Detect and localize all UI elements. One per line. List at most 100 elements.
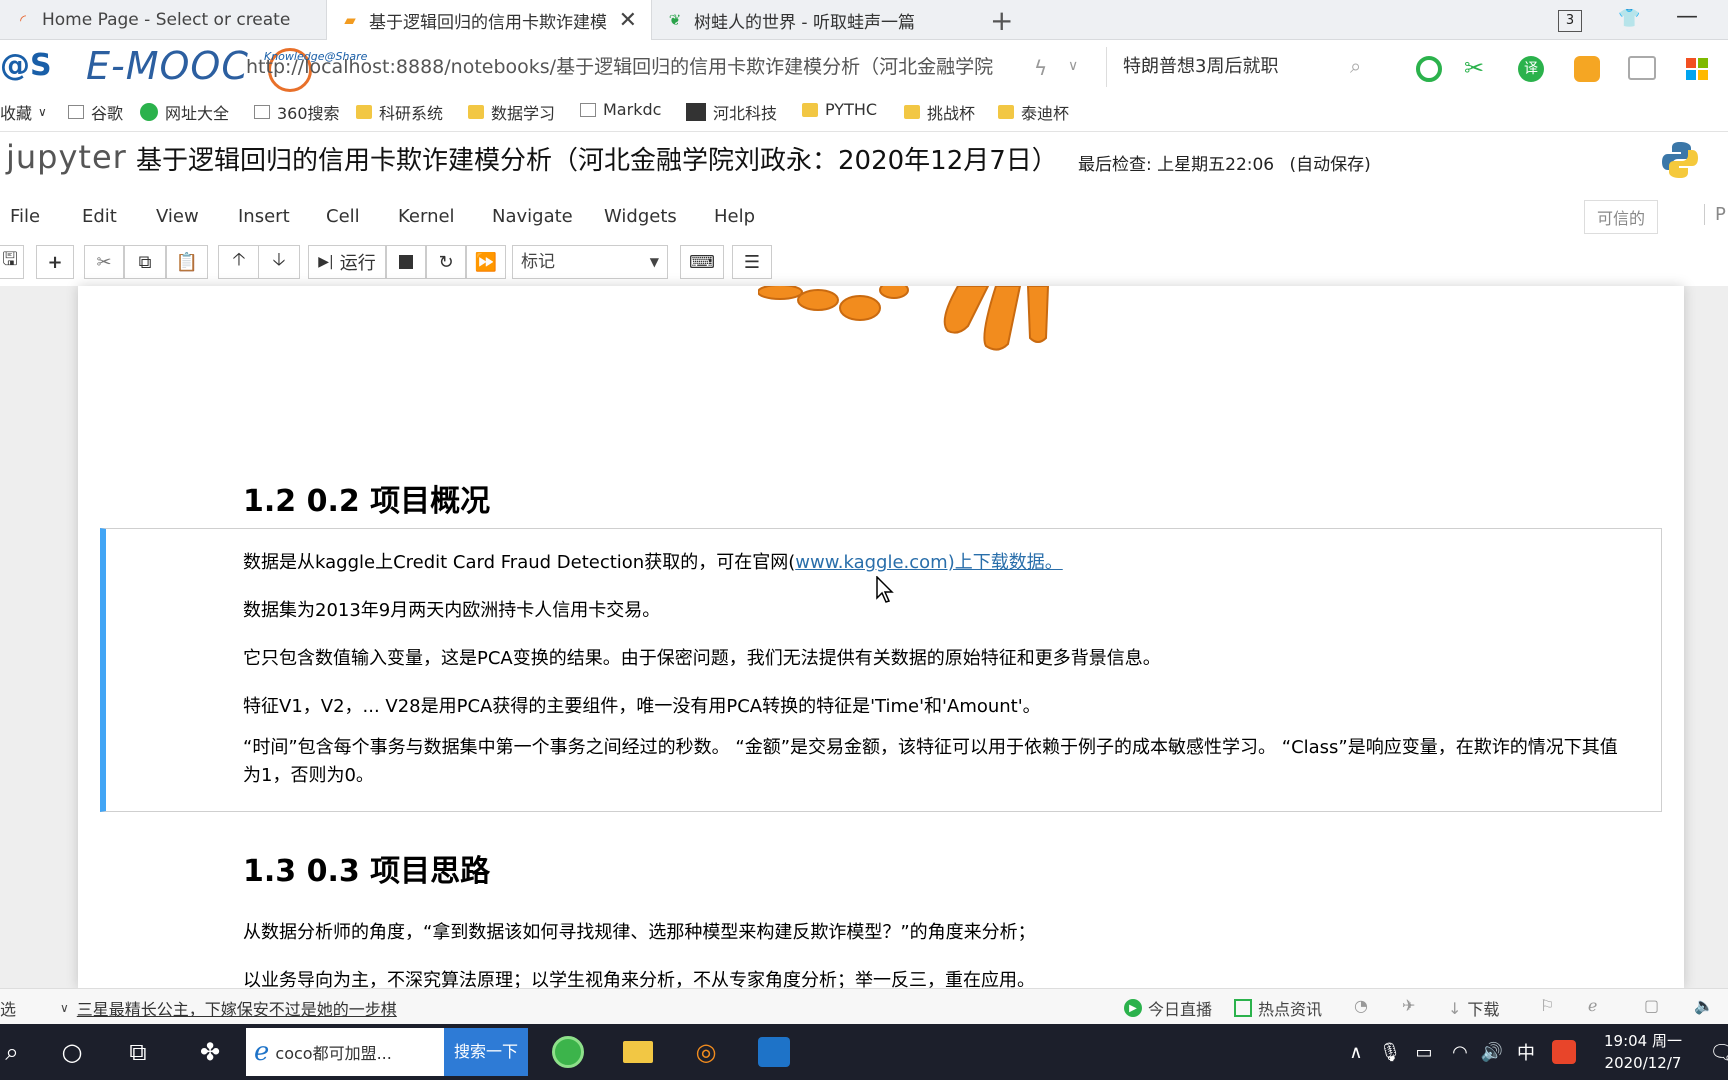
notebook-icon: ▰ — [344, 11, 356, 29]
command-palette-button[interactable]: ⌨ — [680, 245, 724, 279]
task-view-icon[interactable]: ⧉ — [118, 1032, 158, 1072]
folder-icon — [356, 105, 372, 119]
status-left-label[interactable]: 选 — [0, 996, 16, 1020]
jupyter-logo[interactable]: jupyter — [6, 138, 127, 176]
bookmark-challenge-cup[interactable]: 挑战杯 — [904, 100, 975, 124]
scissors-icon[interactable]: ✂ — [1464, 54, 1484, 82]
minimize-icon[interactable]: — — [1676, 4, 1698, 29]
live-button[interactable]: ▶ 今日直播 — [1124, 996, 1212, 1020]
interrupt-button[interactable] — [386, 245, 426, 279]
menu-view[interactable]: View — [156, 206, 199, 227]
menu-widgets[interactable]: Widgets — [604, 206, 677, 227]
bookmark-python[interactable]: PYTHC — [802, 100, 877, 119]
loading-icon: ◜ — [20, 11, 26, 29]
notification-icon[interactable]: 🗨 — [1702, 1032, 1728, 1072]
skin-icon[interactable]: 👕 — [1618, 8, 1640, 29]
insert-cell-button[interactable]: + — [36, 245, 74, 279]
bookmark-tipdm-cup[interactable]: 泰迪杯 — [998, 100, 1069, 124]
site-icon — [686, 103, 706, 121]
python-logo-icon — [1660, 140, 1700, 180]
search-input[interactable]: 特朗普想3周后就职 — [1106, 47, 1376, 87]
restart-button[interactable]: ↻ — [426, 245, 466, 279]
checkpoint-status: 最后检查: 上星期五22:06 (自动保存) — [1078, 150, 1371, 175]
battery-icon[interactable]: ▭ — [1404, 1032, 1444, 1072]
ime-indicator[interactable]: 中 — [1506, 1032, 1546, 1072]
tab-frog-blog[interactable]: ❦ 树蛙人的世界 - 听取蛙声一篇 — [652, 0, 976, 40]
clock-date: 2020/12/7 — [1604, 1054, 1682, 1072]
section-heading-overview: 1.2 0.2 项目概况 — [243, 484, 491, 519]
save-icon: 🖫 — [2, 249, 18, 270]
kaggle-link[interactable]: www.kaggle.com)上下载数据。 — [795, 552, 1063, 573]
run-button[interactable]: ▶| 运行 — [308, 245, 386, 279]
search-icon[interactable]: ⌕ — [1350, 54, 1361, 78]
pin-icon[interactable]: ✈ — [1402, 996, 1415, 1015]
menu-edit[interactable]: Edit — [82, 206, 117, 227]
pinwheel-app-icon[interactable]: ✤ — [190, 1032, 230, 1072]
browser-360-icon[interactable] — [548, 1032, 588, 1072]
trusted-badge[interactable]: 可信的 — [1584, 200, 1659, 234]
bookmark-label: 谷歌 — [91, 104, 124, 123]
translate-icon[interactable]: 译 — [1518, 56, 1544, 82]
bookmark-research[interactable]: 科研系统 — [356, 100, 443, 124]
bookmark-hebei-tech[interactable]: 河北科技 — [686, 100, 777, 124]
page-icon — [254, 105, 270, 119]
download-button[interactable]: ↓ 下载 — [1448, 996, 1499, 1020]
menu-file[interactable]: File — [10, 206, 40, 227]
restart-run-all-button[interactable]: ⏩ — [466, 245, 506, 279]
screenshot-icon[interactable] — [1628, 56, 1656, 80]
paragraph-time-amount-class: “时间”包含每个事务与数据集中第一个事务之间经过的秒数。 “金额”是交易金额，该… — [243, 737, 1618, 786]
bookmark-markdown[interactable]: Markdc — [580, 100, 661, 119]
cut-button[interactable]: ✂ — [84, 245, 124, 279]
step-forward-icon: ▶| — [318, 254, 334, 270]
bookmark-hao123[interactable]: 网址大全 — [140, 100, 229, 124]
url-field[interactable]: http://localhost:8888/notebooks/基于逻辑回归的信… — [246, 52, 993, 79]
menu-navigate[interactable]: Navigate — [492, 206, 573, 227]
screen-capture-app-icon[interactable] — [754, 1032, 794, 1072]
system-clock[interactable]: 19:04 周一 2020/12/7 — [1596, 1030, 1690, 1074]
cell-type-select[interactable]: 标记 ▼ — [512, 245, 668, 279]
lightning-icon[interactable]: ϟ — [1034, 56, 1047, 80]
shield-icon[interactable] — [1574, 56, 1600, 82]
copy-button[interactable]: ⧉ — [124, 245, 166, 279]
notebook-title[interactable]: 基于逻辑回归的信用卡欺诈建模分析（河北金融学院刘政永：2020年12月7日） — [136, 140, 1058, 177]
kernel-indicator[interactable]: P — [1704, 204, 1726, 225]
save-button[interactable]: 🖫 — [0, 245, 24, 279]
window-icon[interactable]: ▢ — [1644, 996, 1659, 1015]
menu-insert[interactable]: Insert — [238, 206, 290, 227]
bookmark-google[interactable]: 谷歌 — [68, 100, 123, 124]
flag-icon[interactable]: ⚐ — [1540, 996, 1554, 1015]
move-up-button[interactable]: 🡡 — [218, 245, 260, 279]
tab-home-page[interactable]: ◜ Home Page - Select or create — [0, 0, 326, 40]
news-ticker[interactable]: ∨ 三星最精长公主，下嫁保安不过是她的一步棋 — [60, 996, 397, 1020]
volume-icon[interactable]: 🔈 — [1694, 996, 1714, 1015]
cortana-icon[interactable]: ○ — [52, 1032, 92, 1072]
tab-notebook[interactable]: ▰ 基于逻辑回归的信用卡欺诈建模 ✕ — [326, 0, 652, 40]
ie-icon[interactable]: ℯ — [1588, 996, 1597, 1015]
arrow-up-icon: 🡡 — [232, 249, 246, 270]
close-tab-icon[interactable]: ✕ — [619, 8, 637, 33]
new-tab-button[interactable]: + — [990, 4, 1013, 37]
taskbar-search-button[interactable]: 搜索一下 — [443, 1028, 528, 1076]
search-icon[interactable]: ⌕ — [0, 1032, 32, 1072]
speed-icon[interactable]: ◔ — [1354, 996, 1368, 1015]
file-explorer-icon[interactable] — [618, 1032, 658, 1072]
jupyter-app-icon[interactable]: ◎ — [686, 1032, 726, 1072]
taskbar-search-widget[interactable]: ℯ coco都可加盟... 搜索一下 — [246, 1028, 528, 1076]
move-down-button[interactable]: 🡣 — [258, 245, 300, 279]
apps-grid-icon[interactable] — [1686, 58, 1708, 80]
chat-extension-icon[interactable] — [1416, 56, 1442, 82]
toc-button[interactable]: ☰ — [732, 245, 772, 279]
chevron-down-icon: ∨ — [60, 1001, 69, 1015]
menu-help[interactable]: Help — [714, 206, 755, 227]
sogou-icon[interactable] — [1544, 1032, 1584, 1072]
bookmark-360-search[interactable]: 360搜索 — [254, 100, 340, 124]
menu-kernel[interactable]: Kernel — [398, 206, 455, 227]
hot-news-button[interactable]: 热点资讯 — [1234, 996, 1322, 1020]
bookmark-data-learning[interactable]: 数据学习 — [468, 100, 555, 124]
menu-cell[interactable]: Cell — [326, 206, 360, 227]
paste-button[interactable]: 📋 — [166, 245, 208, 279]
bookmark-favorites[interactable]: 收藏 ∨ — [0, 100, 47, 124]
chevron-down-icon[interactable]: ∨ — [1068, 58, 1078, 74]
logo-emooc: E-MOOC — [86, 44, 249, 88]
window-count-badge[interactable]: 3 — [1558, 10, 1582, 32]
